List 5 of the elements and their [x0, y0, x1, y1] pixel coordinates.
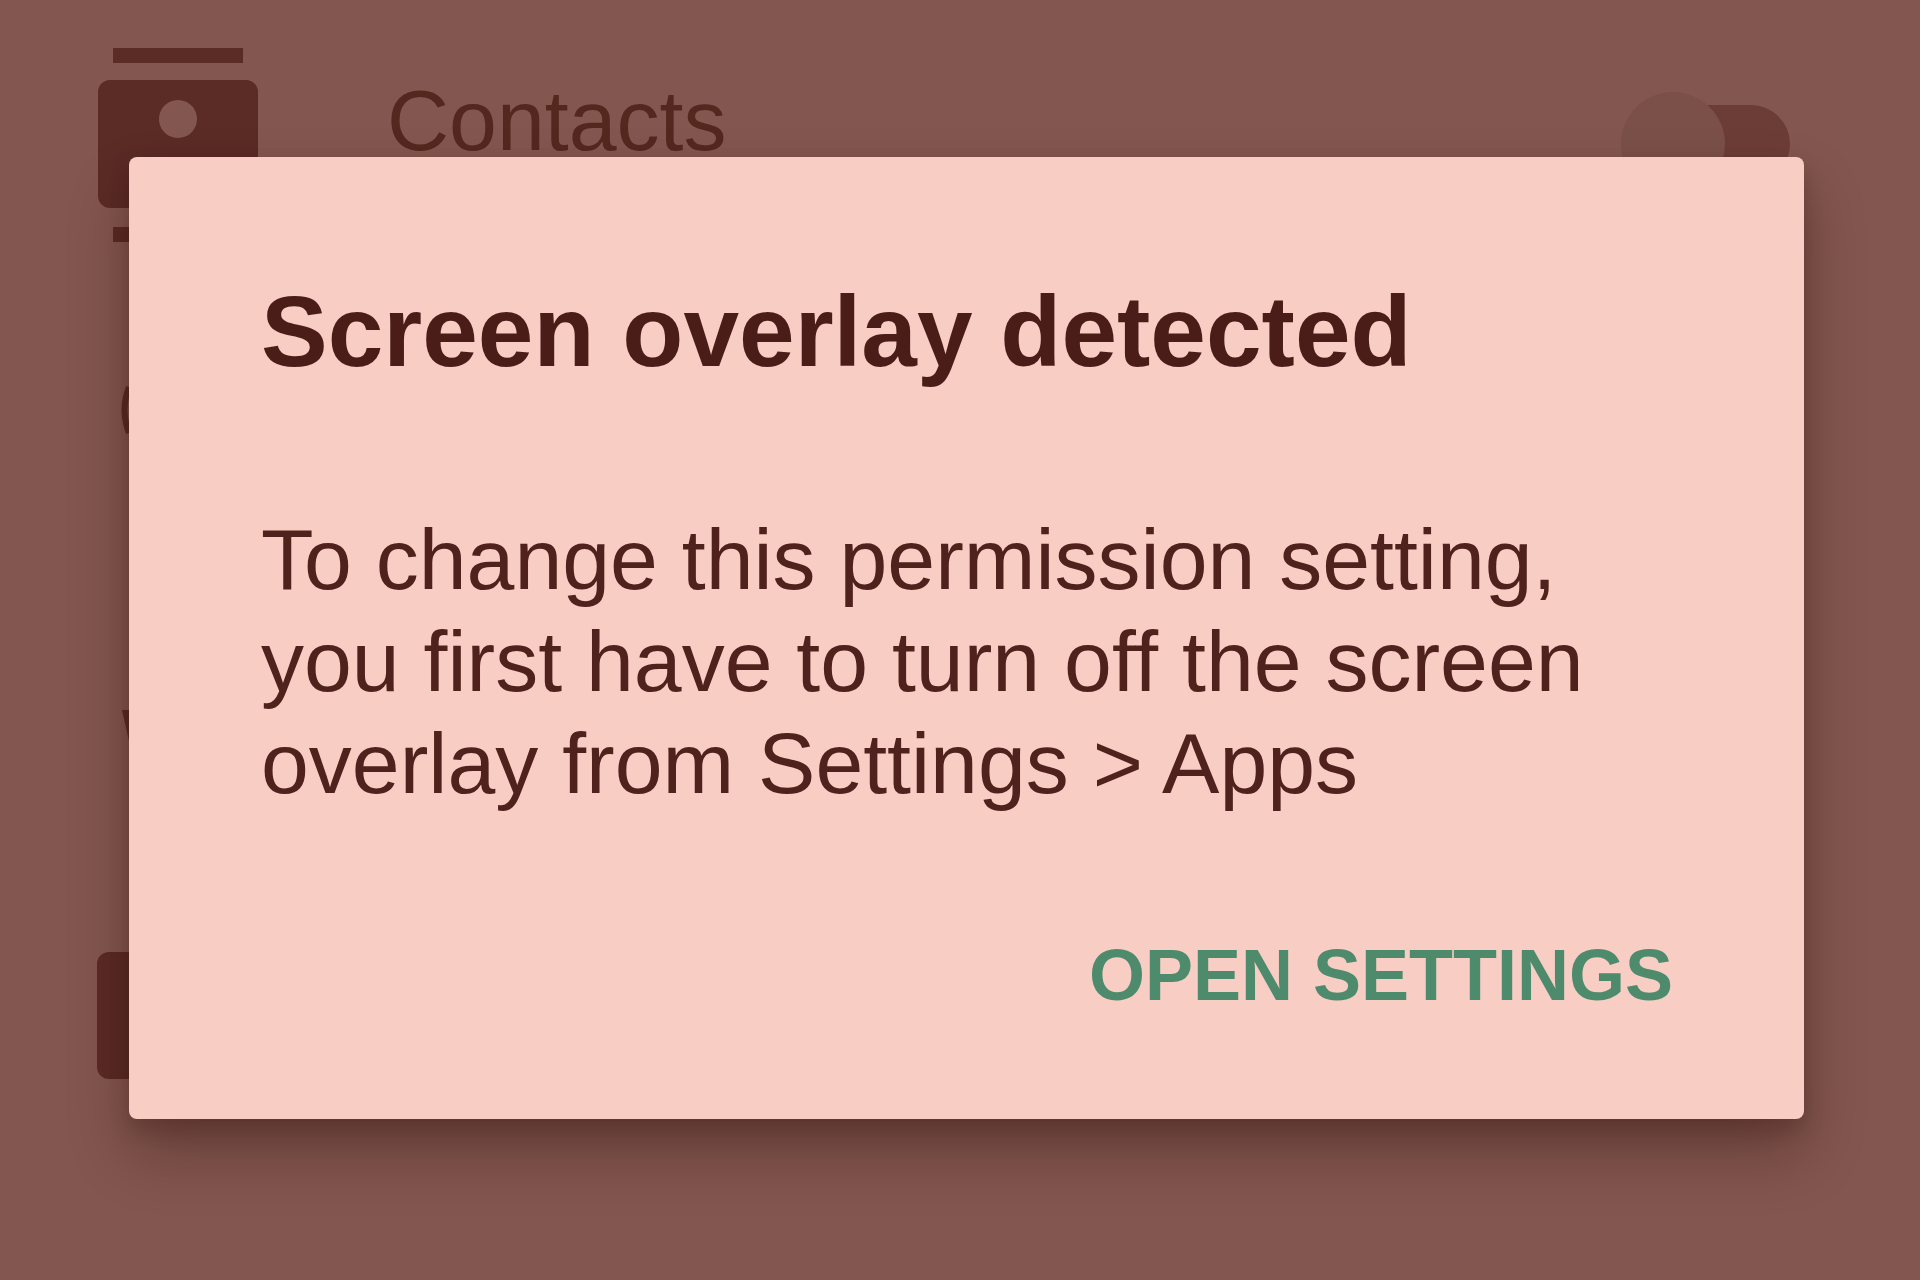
open-settings-button[interactable]: OPEN SETTINGS — [1068, 923, 1693, 1027]
partial-wedge-icon — [122, 710, 129, 741]
dialog-title: Screen overlay detected — [261, 274, 1412, 389]
partial-block-icon — [97, 952, 129, 1079]
dialog-message: To change this permission setting, you first have to turn off the screen overlay from Settings > Apps — [261, 510, 1585, 813]
